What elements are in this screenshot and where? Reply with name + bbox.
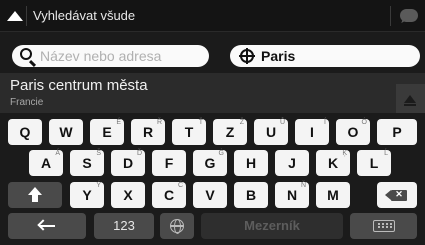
space-key[interactable]: Mezerník xyxy=(201,213,343,239)
key-y[interactable]: YÝ xyxy=(70,182,104,208)
result-name: Paris centrum města xyxy=(10,77,148,94)
search-row: Paris xyxy=(0,38,425,72)
key-b[interactable]: B xyxy=(234,182,268,208)
result-item[interactable]: Paris centrum města Francie xyxy=(0,73,425,113)
key-v[interactable]: V xyxy=(193,182,227,208)
shift-arrow-icon xyxy=(28,187,42,195)
back-key[interactable] xyxy=(8,213,86,239)
top-bar: Vyhledávat všude xyxy=(0,0,425,32)
key-e[interactable]: EÉ xyxy=(90,119,124,145)
key-s[interactable]: SŠ xyxy=(70,150,104,176)
key-z[interactable]: ZŽ xyxy=(213,119,247,145)
key-d[interactable]: DĎ xyxy=(111,150,145,176)
search-icon xyxy=(20,48,32,60)
divider xyxy=(390,6,391,26)
result-country: Francie xyxy=(10,97,44,108)
keyboard-icon xyxy=(372,220,395,232)
city-label: Paris xyxy=(261,48,296,64)
eject-icon[interactable] xyxy=(396,84,425,113)
key-i[interactable]: IÍ xyxy=(295,119,329,145)
numbers-key[interactable]: 123 xyxy=(94,213,154,239)
divider xyxy=(26,6,27,26)
keyboard: Q W EÉ RŘ TŤ ZŽ UŮ IÍ OÓ P AÁ SŠ DĎ F GĠ… xyxy=(0,115,425,245)
keyboard-toggle-key[interactable] xyxy=(350,213,417,239)
key-h[interactable]: H xyxy=(234,150,268,176)
key-p[interactable]: P xyxy=(377,119,417,145)
key-g[interactable]: GĠ xyxy=(193,150,227,176)
search-input[interactable] xyxy=(40,47,205,65)
key-j[interactable]: J xyxy=(275,150,309,176)
key-m[interactable]: M xyxy=(316,182,350,208)
globe-icon xyxy=(170,219,184,234)
key-u[interactable]: UŮ xyxy=(254,119,288,145)
header-title: Vyhledávat všude xyxy=(33,8,136,23)
city-selector[interactable]: Paris xyxy=(230,45,420,67)
key-c[interactable]: CČ xyxy=(152,182,186,208)
key-w[interactable]: W xyxy=(49,119,83,145)
key-k[interactable]: KĶ xyxy=(316,150,350,176)
key-n[interactable]: NŇ xyxy=(275,182,309,208)
key-a[interactable]: AÁ xyxy=(29,150,63,176)
crosshair-icon xyxy=(239,48,255,64)
key-o[interactable]: OÓ xyxy=(336,119,370,145)
nav-arrow-icon[interactable] xyxy=(7,11,23,21)
chat-bubble-icon[interactable] xyxy=(400,9,418,22)
backspace-key[interactable]: ✕ xyxy=(377,182,417,208)
search-field[interactable] xyxy=(12,45,209,67)
key-r[interactable]: RŘ xyxy=(131,119,165,145)
shift-key[interactable] xyxy=(8,182,62,208)
language-key[interactable] xyxy=(160,213,194,239)
key-f[interactable]: F xyxy=(152,150,186,176)
key-q[interactable]: Q xyxy=(8,119,42,145)
key-x[interactable]: X xyxy=(111,182,145,208)
key-t[interactable]: TŤ xyxy=(172,119,206,145)
backspace-icon: ✕ xyxy=(385,189,407,201)
key-l[interactable]: LĹ xyxy=(357,150,391,176)
